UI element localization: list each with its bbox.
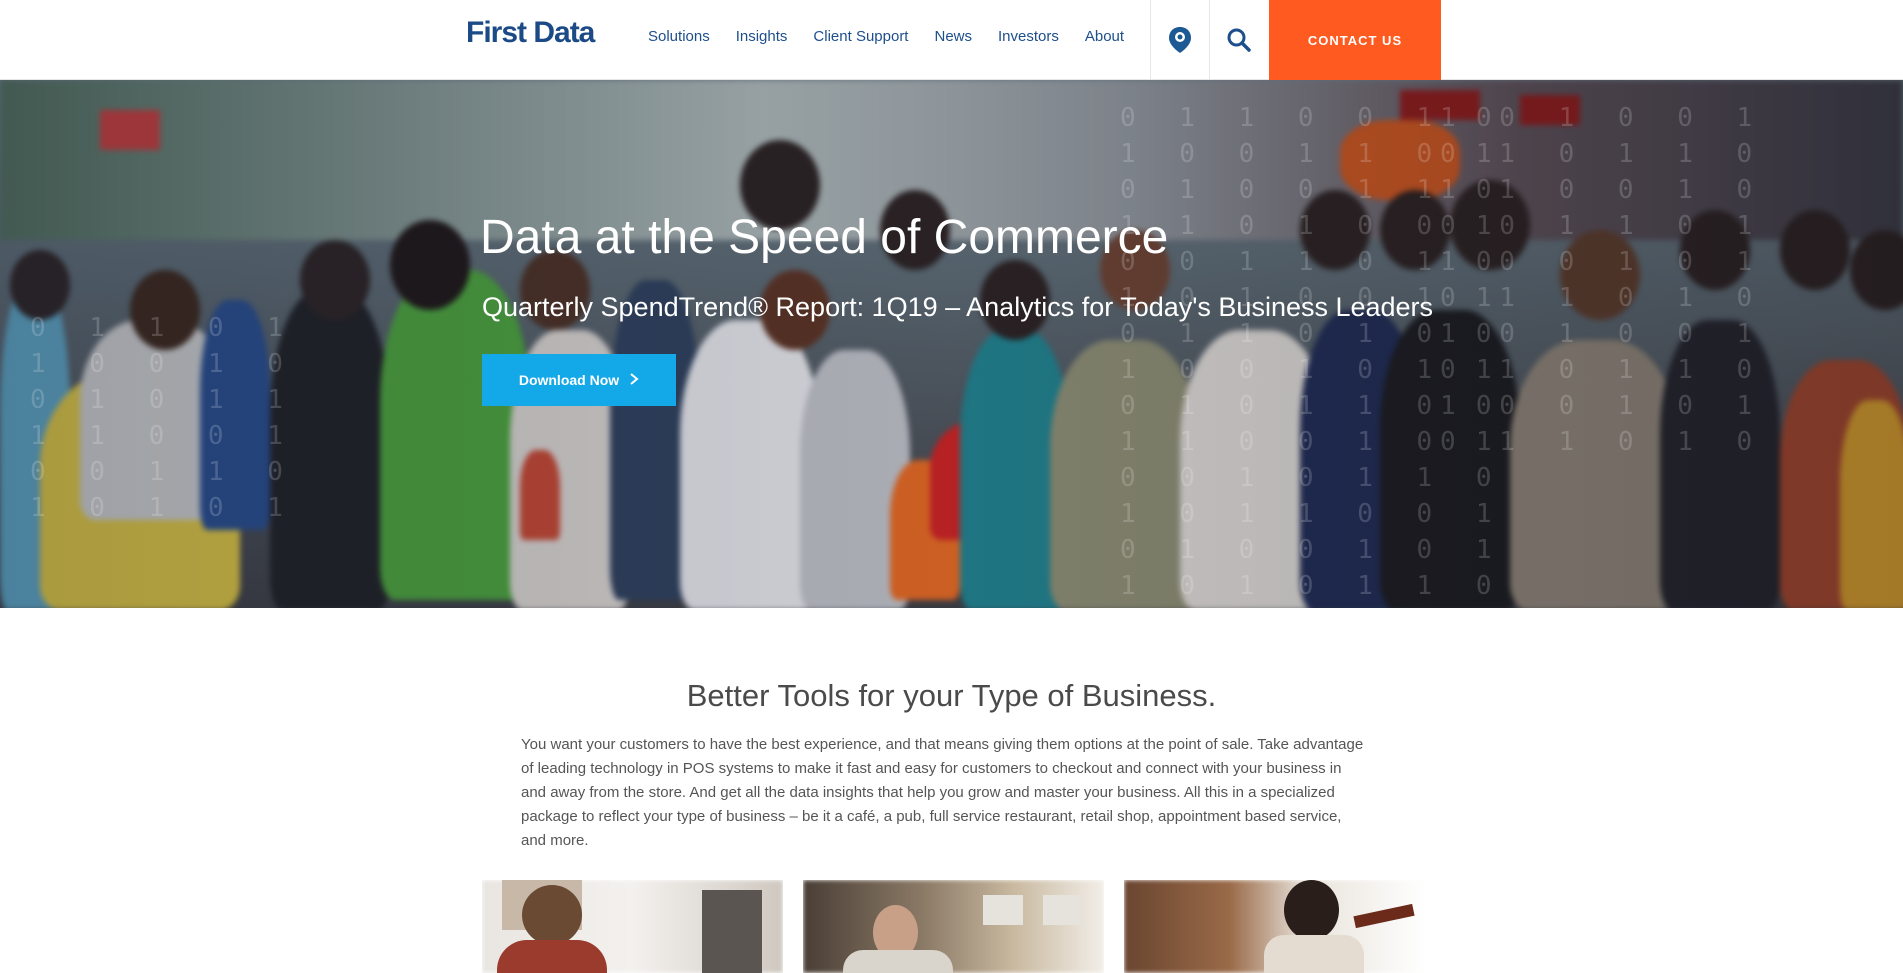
nav-investors[interactable]: Investors	[998, 28, 1059, 45]
nav-about[interactable]: About	[1085, 28, 1124, 45]
nav-insights[interactable]: Insights	[736, 28, 788, 45]
business-type-cards	[482, 880, 1425, 973]
site-header: First Data Solutions Insights Client Sup…	[0, 0, 1903, 80]
binary-pattern-decoration: 1 0 1 0 0 1 0 1 0 1 1 0 1 1 0 0 1 0 0 0 …	[1440, 103, 1767, 457]
main-nav: Solutions Insights Client Support News I…	[648, 28, 1124, 45]
search-icon[interactable]	[1221, 22, 1257, 58]
download-button-label: Download Now	[518, 372, 620, 388]
nav-client-support[interactable]: Client Support	[813, 28, 908, 45]
nav-divider	[1209, 0, 1210, 80]
nav-news[interactable]: News	[934, 28, 972, 45]
contact-us-button[interactable]: CONTACT US	[1269, 0, 1441, 80]
business-card-image-3[interactable]	[1124, 880, 1425, 973]
hero-banner: 0 1 1 0 0 1 0 1 0 0 1 1 0 1 0 1 0 0 1 1 …	[0, 80, 1903, 608]
section-title: Better Tools for your Type of Business.	[686, 678, 1217, 713]
hero-title: Data at the Speed of Commerce	[480, 211, 1169, 264]
arrow-right-icon	[629, 372, 639, 388]
download-now-button[interactable]: Download Now	[482, 354, 676, 406]
section-body-text: You want your customers to have the best…	[521, 736, 1364, 849]
business-card-image-2[interactable]	[803, 880, 1104, 973]
location-pin-icon[interactable]	[1162, 22, 1198, 58]
binary-pattern-decoration: 0 1 1 0 1 1 0 0 1 0 0 1 0 1 1 1 1 0 0 1 …	[30, 313, 297, 523]
business-card-image-1[interactable]	[482, 880, 783, 973]
nav-divider	[1150, 0, 1151, 80]
hero-subtitle: Quarterly SpendTrend® Report: 1Q19 – Ana…	[482, 292, 1434, 322]
first-data-logo[interactable]: First Data	[466, 16, 595, 50]
nav-solutions[interactable]: Solutions	[648, 28, 710, 45]
